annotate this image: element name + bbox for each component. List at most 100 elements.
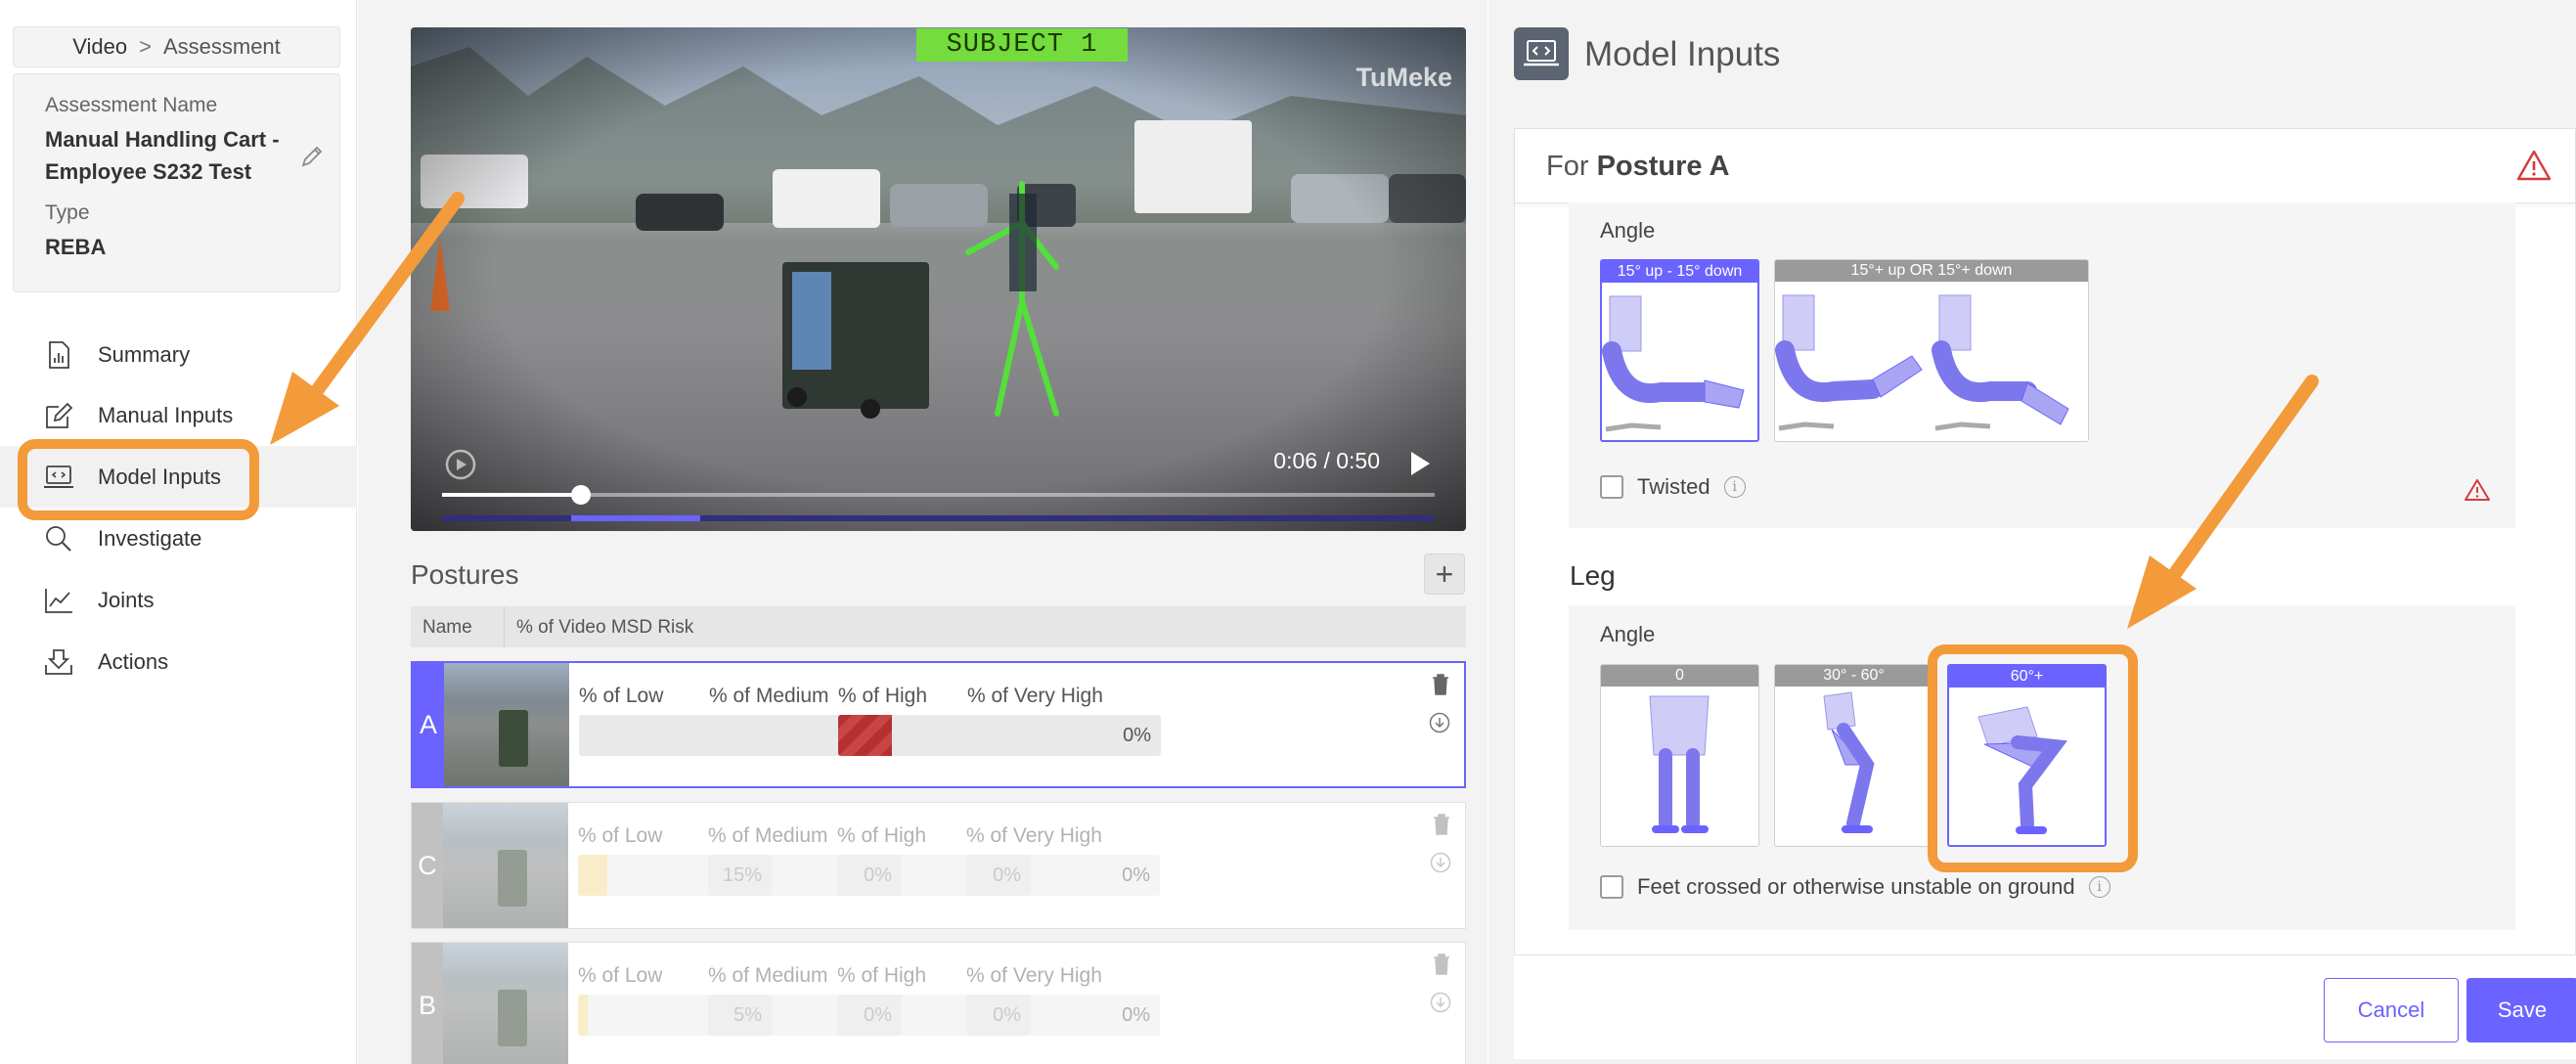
metric-percent: 0% (1122, 864, 1150, 886)
breadcrumb: Video > Assessment (13, 26, 340, 67)
feet-unstable-row: Feet crossed or otherwise unstable on gr… (1600, 874, 2110, 900)
video-scrubber[interactable] (442, 485, 1435, 505)
feet-unstable-checkbox[interactable] (1600, 875, 1623, 899)
risk-timeline (442, 515, 1435, 521)
pencil-icon (46, 402, 73, 428)
trash-icon[interactable] (1431, 673, 1450, 696)
posture-thumbnail (443, 943, 568, 1064)
column-name: Name (422, 617, 472, 638)
twisted-warning-icon (2465, 479, 2490, 501)
leg-bent-illustration (1823, 691, 1875, 833)
laptop-code-icon (44, 466, 73, 488)
metric-bar: 0% (966, 995, 1160, 1036)
nav-manual-inputs[interactable]: Manual Inputs (0, 384, 357, 446)
model-inputs-panel: Model Inputs For Posture A Angle Angle 1… (1488, 0, 2576, 1064)
metric-percent: 0% (1122, 1004, 1150, 1026)
twisted-info-icon[interactable]: i (1723, 476, 1746, 498)
assessment-name-label: Assessment Name (45, 94, 218, 116)
warning-icon (2516, 150, 2552, 181)
nav-actions-label: Actions (98, 648, 169, 674)
nav-joints[interactable]: Joints (0, 569, 357, 631)
nav-manual-inputs-label: Manual Inputs (98, 402, 234, 427)
postures-table-header: Name % of Video MSD Risk (411, 606, 1466, 647)
leg-deep-bend-illustration (1977, 706, 2068, 834)
posture-header: For Posture A (1515, 129, 2575, 203)
leg-option-30-60-label: 30° - 60° (1775, 665, 1932, 687)
save-button[interactable]: Save (2466, 978, 2576, 1042)
leg-straight-illustration (1649, 695, 1710, 833)
play-icon[interactable] (1409, 451, 1431, 476)
metric-label: % of High (838, 685, 928, 707)
metric-label: % of Medium (709, 685, 829, 707)
assessment-info-card: Assessment Name Manual Handling Cart - E… (13, 73, 340, 292)
posture-thumbnail (443, 803, 568, 928)
posture-header-label: For Posture A (1546, 151, 1729, 183)
posture-tag: C (412, 803, 443, 928)
metric-label: % of Low (578, 824, 663, 847)
assessment-type-label: Type (45, 201, 90, 224)
assessment-type-value: REBA (45, 235, 107, 259)
nav-actions[interactable]: Actions (0, 631, 357, 692)
posture-metric: % of Very High 0% (966, 803, 1162, 928)
nav-investigate[interactable]: Investigate (0, 508, 357, 569)
nav-summary-label: Summary (98, 341, 191, 367)
download-icon[interactable] (1429, 712, 1450, 733)
metric-label: % of Medium (708, 964, 828, 987)
leg-option-60-plus[interactable]: 60°+ (1947, 664, 2107, 847)
feet-info-icon[interactable]: i (2088, 876, 2110, 898)
model-inputs-header-icon (1514, 27, 1569, 80)
video-and-postures-panel: TuMeke 0:06 / 0:50 SUBJECT 1 Postures + … (358, 0, 1488, 1064)
scrubber-knob[interactable] (571, 485, 592, 505)
nav-investigate-label: Investigate (98, 525, 202, 551)
nav-joints-label: Joints (98, 587, 155, 612)
nav-model-inputs[interactable]: Model Inputs (0, 446, 357, 508)
metric-percent: 0% (1123, 725, 1151, 746)
breadcrumb-video[interactable]: Video (72, 34, 127, 60)
metric-bar: 0% (966, 855, 1160, 896)
leg-option-0[interactable]: 0 (1600, 664, 1759, 847)
wrist-option-neutral[interactable]: 15° up - 15° down (1600, 259, 1759, 442)
breadcrumb-assessment[interactable]: Assessment (163, 34, 281, 60)
twisted-checkbox[interactable] (1600, 475, 1623, 499)
leg-option-30-60[interactable]: 30° - 60° (1774, 664, 1933, 847)
leg-angle-label: Angle (1600, 622, 1656, 646)
posture-row[interactable]: C% of Low15%% of Medium0%% of High0%% of… (411, 802, 1466, 929)
edit-pencil-icon[interactable] (298, 143, 326, 170)
posture-thumbnail (444, 663, 569, 786)
leg-title: Leg (1570, 560, 1616, 591)
metric-label: % of High (837, 964, 927, 987)
nav-summary[interactable]: Summary (0, 324, 357, 385)
posture-row[interactable]: B% of Low5%% of Medium0%% of High0%% of … (411, 942, 1466, 1064)
column-risk: % of Video MSD Risk (516, 617, 694, 638)
metric-bar-fill (838, 715, 893, 756)
postures-title: Postures (411, 559, 519, 590)
download-icon[interactable] (1430, 992, 1451, 1013)
metric-label: % of Medium (708, 824, 828, 847)
wrist-option-extreme[interactable]: 15°+ up OR 15°+ down (1774, 259, 2089, 442)
cancel-button[interactable]: Cancel (2324, 978, 2459, 1042)
metric-label: % of Very High (966, 964, 1102, 987)
leg-angle-section: Angle 0 30° - 60° 60°+ Feet crossed or o… (1569, 605, 2515, 930)
wrist-angle-label: Angle (1600, 218, 1656, 243)
wrist-extreme-illustration (1775, 294, 2069, 431)
posture-tag: A (413, 663, 444, 786)
posture-row[interactable]: A% of Low0%% of Medium0%% of High28%% of… (411, 661, 1466, 788)
add-posture-button[interactable]: + (1424, 554, 1465, 595)
chart-line-icon (45, 589, 72, 613)
metric-bar: 0% (967, 715, 1161, 756)
wrist-angle-section: Angle 15° up - 15° down 15°+ up OR 15°+ … (1569, 202, 2515, 528)
video-player[interactable]: TuMeke 0:06 / 0:50 (411, 27, 1466, 531)
model-inputs-footer: Cancel Save (1514, 954, 2576, 1059)
metric-label: % of Low (579, 685, 664, 707)
posture-tag: B (412, 943, 443, 1064)
download-icon[interactable] (1430, 852, 1451, 873)
video-time: 0:06 / 0:50 (1273, 448, 1380, 473)
tumeke-watermark: TuMeke (1355, 63, 1452, 92)
trash-icon[interactable] (1432, 813, 1451, 836)
subject-label: SUBJECT 1 (916, 28, 1128, 62)
download-tray-icon (45, 649, 72, 675)
replay-icon[interactable] (443, 447, 478, 482)
video-progress (442, 493, 582, 497)
trash-icon[interactable] (1432, 953, 1451, 976)
nav-model-inputs-label: Model Inputs (98, 464, 221, 489)
